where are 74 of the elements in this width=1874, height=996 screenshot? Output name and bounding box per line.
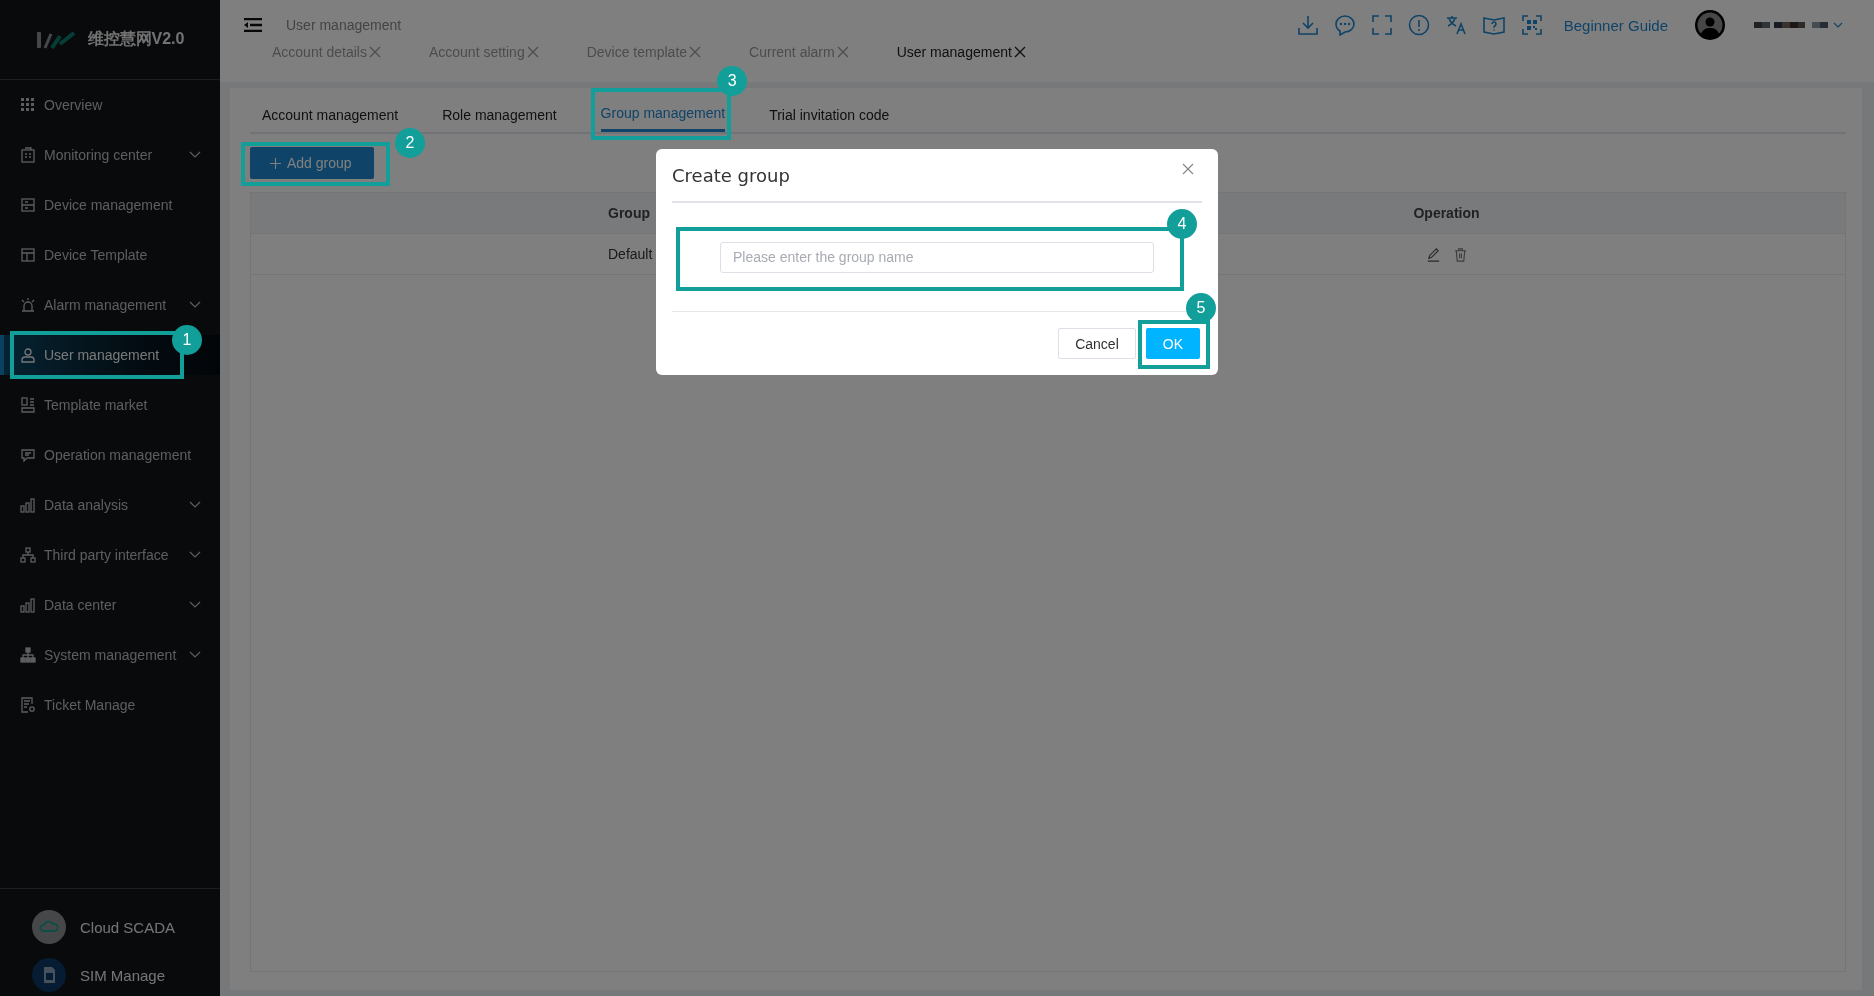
org-chart-icon bbox=[20, 647, 36, 663]
template-icon bbox=[20, 397, 36, 413]
close-icon[interactable] bbox=[836, 46, 849, 58]
sidebar-footer-link[interactable]: Cloud SCADA bbox=[80, 918, 176, 936]
table-cell: Default bbox=[608, 246, 653, 262]
sidebar-item[interactable]: System management bbox=[0, 635, 220, 675]
step-badge: 3 bbox=[717, 66, 748, 96]
edit-icon[interactable] bbox=[1425, 246, 1441, 262]
cloud-icon[interactable] bbox=[32, 910, 66, 944]
breadcrumb: User management bbox=[286, 17, 402, 33]
sidebar-item[interactable]: Monitoring center bbox=[0, 135, 220, 175]
sidebar-item[interactable]: Data analysis bbox=[0, 485, 220, 525]
chevron-down-icon bbox=[189, 551, 201, 559]
logo-text: 维控慧网V2.0 bbox=[87, 29, 185, 49]
document-gear-icon bbox=[20, 697, 36, 713]
sim-card-icon[interactable] bbox=[32, 958, 66, 992]
bar-chart-icon bbox=[20, 597, 36, 613]
ok-button[interactable]: OK bbox=[1145, 328, 1200, 359]
sidebar-item[interactable]: Device management bbox=[0, 185, 220, 225]
info-icon[interactable] bbox=[1407, 14, 1430, 36]
step-badge: 5 bbox=[1186, 293, 1216, 323]
step-badge: 1 bbox=[172, 325, 202, 355]
avatar-icon[interactable] bbox=[1695, 10, 1725, 40]
sidebar-item[interactable]: Overview bbox=[0, 85, 220, 125]
close-icon[interactable] bbox=[526, 46, 539, 58]
sidebar-item[interactable]: Operation management bbox=[0, 435, 220, 475]
logo-icon bbox=[35, 29, 76, 50]
qr-scan-icon[interactable] bbox=[1520, 14, 1543, 36]
sidebar-item[interactable]: Device Template bbox=[0, 235, 220, 275]
section-tab[interactable]: Role management bbox=[442, 94, 557, 132]
download-icon[interactable] bbox=[1296, 14, 1319, 36]
menu-icon[interactable] bbox=[244, 18, 262, 32]
group-name-field[interactable]: Please enter the group name bbox=[720, 241, 1154, 273]
hierarchy-icon bbox=[20, 547, 36, 563]
close-icon[interactable] bbox=[1013, 46, 1026, 58]
chevron-down-icon bbox=[189, 501, 201, 509]
step-badge: 2 bbox=[395, 128, 425, 158]
cancel-button[interactable]: Cancel bbox=[1058, 328, 1136, 359]
translate-icon[interactable] bbox=[1444, 14, 1467, 36]
dialog-title: Create group bbox=[672, 164, 790, 186]
beginner-guide-link[interactable]: Beginner Guide bbox=[1563, 16, 1668, 34]
section-tab[interactable]: Group management bbox=[600, 94, 726, 132]
plus-icon bbox=[270, 157, 281, 169]
layout-icon bbox=[20, 247, 36, 263]
close-icon[interactable] bbox=[689, 46, 702, 58]
fullscreen-icon[interactable] bbox=[1370, 14, 1393, 36]
chat-icon bbox=[20, 447, 36, 463]
sidebar-footer-link[interactable]: SIM Manage bbox=[80, 966, 166, 984]
page-tab[interactable]: User management bbox=[896, 44, 1026, 60]
chevron-down-icon bbox=[189, 301, 201, 309]
sidebar-item[interactable]: Alarm management bbox=[0, 285, 220, 325]
alarm-light-icon bbox=[20, 297, 36, 313]
chevron-down-icon bbox=[189, 601, 201, 609]
server-icon bbox=[20, 197, 36, 213]
trash-icon[interactable] bbox=[1452, 246, 1468, 262]
sidebar-item[interactable]: Template market bbox=[0, 385, 220, 425]
help-book-icon[interactable] bbox=[1481, 14, 1506, 36]
sidebar-item[interactable]: Ticket Manage bbox=[0, 685, 220, 725]
step-badge: 4 bbox=[1167, 209, 1197, 239]
close-icon[interactable] bbox=[1182, 163, 1194, 175]
add-group-button[interactable]: Add group bbox=[250, 147, 374, 179]
bar-chart-icon bbox=[20, 497, 36, 513]
sidebar-item[interactable]: Data center bbox=[0, 585, 220, 625]
sidebar-item[interactable]: Third party interface bbox=[0, 535, 220, 575]
column-header: Group bbox=[608, 205, 650, 221]
user-icon bbox=[20, 347, 36, 363]
building-icon bbox=[20, 147, 36, 163]
chevron-down-icon bbox=[189, 151, 201, 159]
close-icon[interactable] bbox=[368, 46, 381, 58]
grid-icon bbox=[20, 97, 36, 113]
column-header: Operation bbox=[1413, 205, 1480, 221]
chat-bubble-icon[interactable] bbox=[1333, 14, 1356, 36]
chevron-down-icon bbox=[189, 651, 201, 659]
section-tab[interactable]: Trial invitation code bbox=[769, 94, 890, 132]
